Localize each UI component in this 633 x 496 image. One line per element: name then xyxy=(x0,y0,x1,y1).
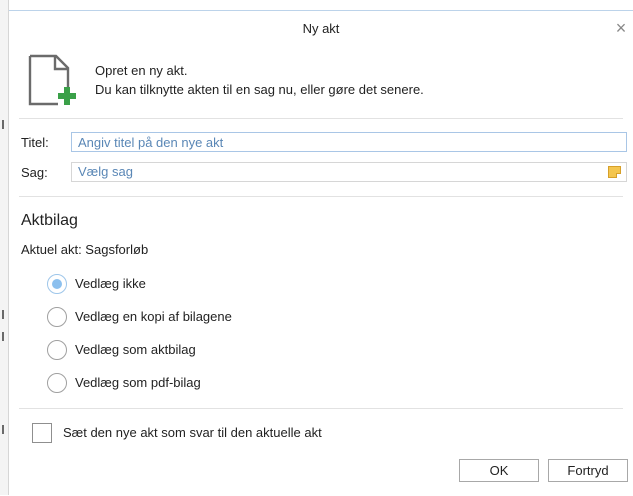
intro-text-line1: Opret en ny akt. xyxy=(95,63,188,78)
case-placeholder: Vælg sag xyxy=(78,164,133,179)
dialog-titlebar: Ny akt × xyxy=(9,11,633,47)
new-document-dialog: Ny akt × Opret en ny akt. Du kan tilknyt… xyxy=(9,10,633,496)
reply-checkbox[interactable] xyxy=(32,423,52,443)
reply-checkbox-label: Sæt den nye akt som svar til den aktuell… xyxy=(63,425,322,440)
divider xyxy=(19,118,623,119)
edge-marker xyxy=(2,425,4,434)
current-document-label: Aktuel akt: Sagsforløb xyxy=(21,242,149,257)
edge-marker xyxy=(2,310,4,319)
case-select[interactable]: Vælg sag xyxy=(71,162,627,182)
radio-label: Vedlæg ikke xyxy=(75,276,146,291)
divider xyxy=(19,408,623,409)
divider xyxy=(19,196,623,197)
edge-marker xyxy=(2,332,4,341)
case-picker-icon[interactable] xyxy=(608,166,621,178)
edge-marker xyxy=(2,120,4,129)
radio-button[interactable] xyxy=(47,307,67,327)
ok-button[interactable]: OK xyxy=(459,459,539,482)
radio-label: Vedlæg som pdf-bilag xyxy=(75,375,201,390)
radio-button[interactable] xyxy=(47,373,67,393)
background-window-edge xyxy=(0,0,9,495)
radio-label: Vedlæg en kopi af bilagene xyxy=(75,309,232,324)
cancel-button[interactable]: Fortryd xyxy=(548,459,628,482)
title-field-label: Titel: xyxy=(21,135,49,150)
intro-text-line2: Du kan tilknytte akten til en sag nu, el… xyxy=(95,82,424,97)
title-input[interactable] xyxy=(71,132,627,152)
dialog-title: Ny akt xyxy=(302,21,340,36)
radio-label: Vedlæg som aktbilag xyxy=(75,342,196,357)
close-button[interactable]: × xyxy=(611,18,631,38)
case-field-label: Sag: xyxy=(21,165,48,180)
new-document-icon xyxy=(28,54,76,106)
radio-button[interactable] xyxy=(47,274,67,294)
close-icon: × xyxy=(615,18,627,38)
attachments-heading: Aktbilag xyxy=(21,212,78,229)
radio-button[interactable] xyxy=(47,340,67,360)
